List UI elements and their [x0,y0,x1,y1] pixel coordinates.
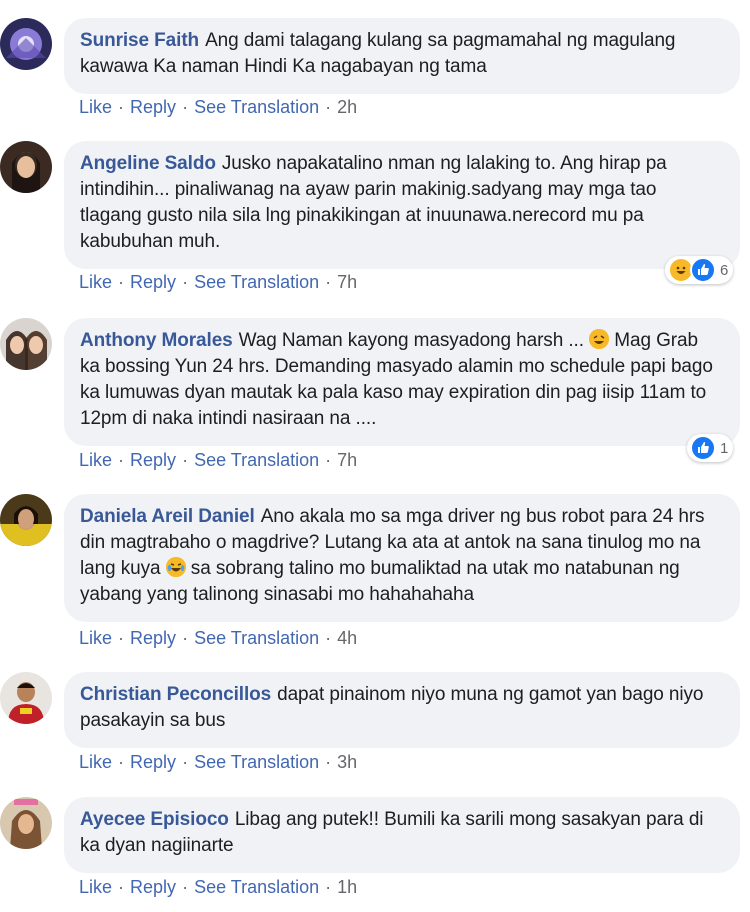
timestamp[interactable]: 4h [337,628,357,648]
timestamp[interactable]: 1h [337,877,357,897]
like-link[interactable]: Like [79,628,112,648]
separator: · [182,272,189,292]
reply-link[interactable]: Reply [130,450,176,470]
like-link[interactable]: Like [79,752,112,772]
like-link[interactable]: Like [79,877,112,897]
avatar[interactable] [0,318,52,370]
reply-link[interactable]: Reply [130,628,176,648]
comment-actions: Like · Reply · See Translation · 7h [79,450,357,471]
like-link[interactable]: Like [79,97,112,117]
separator: · [325,752,332,772]
separator: · [325,450,332,470]
separator: · [182,628,189,648]
comment-bubble: Sunrise Faith Ang dami talagang kulang sa… [64,18,740,94]
separator: · [325,877,332,897]
comment-bubble: Christian Peconcillos dapat pinainom niyo… [64,672,740,748]
timestamp[interactable]: 7h [337,272,357,292]
see-translation-link[interactable]: See Translation [194,752,319,772]
timestamp[interactable]: 7h [337,450,357,470]
author-name[interactable]: Christian Peconcillos [80,684,271,705]
avatar[interactable] [0,672,52,724]
author-name[interactable]: Anthony Morales [80,330,233,351]
separator: · [182,97,189,117]
separator: · [325,628,332,648]
reaction-count: 6 [720,261,729,279]
avatar[interactable] [0,141,52,193]
like-link[interactable]: Like [79,450,112,470]
separator: · [118,97,125,117]
comment-actions: Like · Reply · See Translation · 2h [79,97,357,118]
comment-bubble: Anthony Morales Wag Naman kayong masyadon… [64,318,740,446]
separator: · [118,450,125,470]
like-icon [690,435,716,461]
rofl-emoji-icon [589,329,610,349]
comment-bubble: Angeline Saldo Jusko napakatalino nman ng… [64,141,740,269]
see-translation-link[interactable]: See Translation [194,272,319,292]
see-translation-link[interactable]: See Translation [194,97,319,117]
author-name[interactable]: Ayecee Episioco [80,809,229,830]
comment-actions: Like · Reply · See Translation · 7h [79,272,357,293]
comment-bubble: Daniela Areil Daniel Ano akala mo sa mga … [64,494,740,622]
separator: · [118,628,125,648]
separator: · [182,752,189,772]
reply-link[interactable]: Reply [130,877,176,897]
timestamp[interactable]: 3h [337,752,357,772]
author-name[interactable]: Angeline Saldo [80,153,216,174]
reaction-count: 1 [720,439,729,457]
avatar[interactable] [0,494,52,546]
reactions-summary[interactable]: 1 [687,434,734,462]
like-link[interactable]: Like [79,272,112,292]
reactions-summary[interactable]: 6 [665,256,734,284]
reply-link[interactable]: Reply [130,97,176,117]
comment-actions: Like · Reply · See Translation · 3h [79,752,357,773]
see-translation-link[interactable]: See Translation [194,628,319,648]
avatar[interactable] [0,18,52,70]
separator: · [118,752,125,772]
see-translation-link[interactable]: See Translation [194,877,319,897]
reply-link[interactable]: Reply [130,752,176,772]
separator: · [325,97,332,117]
separator: · [325,272,332,292]
comment-bubble: Ayecee Episioco Libag ang putek!! Bumili … [64,797,740,873]
comment-actions: Like · Reply · See Translation · 4h [79,628,357,649]
author-name[interactable]: Daniela Areil Daniel [80,506,255,527]
separator: · [182,877,189,897]
author-name[interactable]: Sunrise Faith [80,30,199,51]
see-translation-link[interactable]: See Translation [194,450,319,470]
timestamp[interactable]: 2h [337,97,357,117]
separator: · [182,450,189,470]
comment-actions: Like · Reply · See Translation · 1h [79,877,357,898]
reply-link[interactable]: Reply [130,272,176,292]
like-icon [690,257,716,283]
separator: · [118,877,125,897]
crying-laughing-emoji-icon [165,557,186,577]
comment-text: Wag Naman kayong masyadong harsh ... [238,330,590,351]
separator: · [118,272,125,292]
avatar[interactable] [0,797,52,849]
